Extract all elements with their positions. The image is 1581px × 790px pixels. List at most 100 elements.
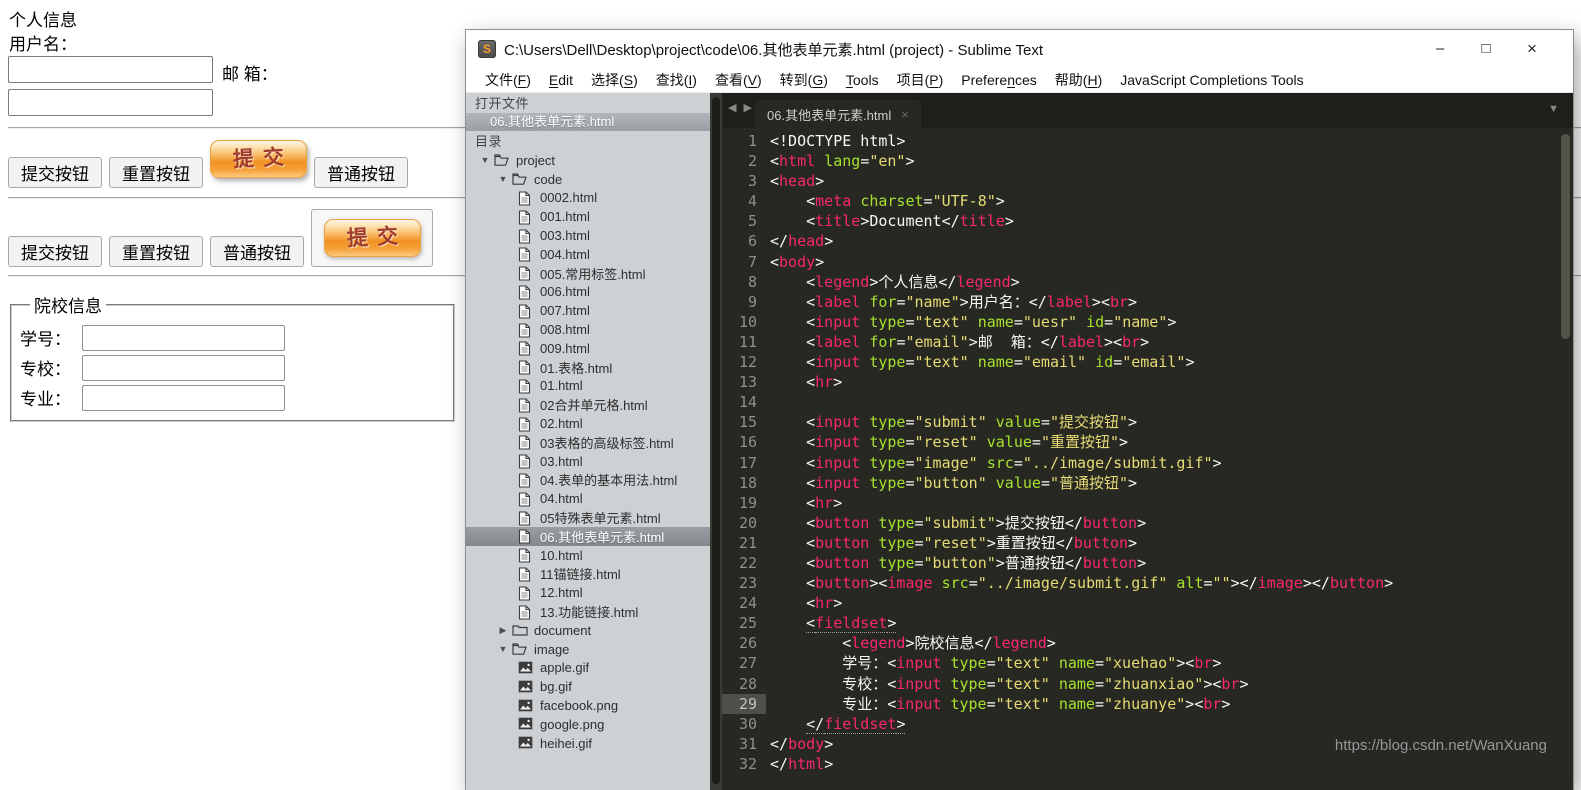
maximize-button[interactable]: □ (1463, 30, 1509, 68)
tab-active[interactable]: 06.其他表单元素.html × (755, 100, 921, 128)
major-input[interactable] (82, 385, 285, 411)
chevron-down-icon[interactable]: ▼ (494, 644, 512, 654)
code-line-22[interactable]: 22 <button type="button">普通按钮</button> (722, 553, 1573, 573)
code-line-9[interactable]: 9 <label for="name">用户名：</label><br> (722, 292, 1573, 312)
tree-file-google.png[interactable]: google.png (466, 715, 710, 734)
tree-file-007.html[interactable]: 007.html (466, 301, 710, 320)
code-line-25[interactable]: 25 <fieldset> (722, 613, 1573, 633)
submit-input-button[interactable]: 提交按钮 (8, 157, 102, 188)
reset-button[interactable]: 重置按钮 (109, 236, 203, 267)
code-line-1[interactable]: 1<!DOCTYPE html> (722, 131, 1573, 151)
code-line-16[interactable]: 16 <input type="reset" value="重置按钮"> (722, 432, 1573, 452)
forward-icon[interactable]: ▶ (744, 102, 754, 114)
tree-folder-project[interactable]: ▼project (466, 151, 710, 170)
code-line-12[interactable]: 12 <input type="text" name="email" id="e… (722, 352, 1573, 372)
code-line-21[interactable]: 21 <button type="reset">重置按钮</button> (722, 533, 1573, 553)
tree-file-11锚链接.html[interactable]: 11锚链接.html (466, 565, 710, 584)
editor-scrollbar-thumb[interactable] (1561, 134, 1570, 339)
code-line-6[interactable]: 6</head> (722, 231, 1573, 251)
tree-folder-document[interactable]: ▶document (466, 621, 710, 640)
menu-item-1[interactable]: 文件(F) (476, 70, 540, 90)
school-input[interactable] (82, 355, 285, 381)
tab-close-icon[interactable]: × (901, 107, 909, 122)
tree-file-004.html[interactable]: 004.html (466, 245, 710, 264)
image-inside-button[interactable]: 提交 (311, 209, 433, 267)
code-line-14[interactable]: 14 (722, 392, 1573, 412)
code-line-4[interactable]: 4 <meta charset="UTF-8"> (722, 191, 1573, 211)
code-line-18[interactable]: 18 <input type="button" value="普通按钮"> (722, 473, 1573, 493)
code-line-28[interactable]: 28 专校：<input type="text" name="zhuanxiao… (722, 674, 1573, 694)
tree-file-facebook.png[interactable]: facebook.png (466, 696, 710, 715)
tree-file-0002.html[interactable]: 0002.html (466, 189, 710, 208)
code-line-20[interactable]: 20 <button type="submit">提交按钮</button> (722, 513, 1573, 533)
code-line-30[interactable]: 30 </fieldset> (722, 714, 1573, 734)
tree-file-006.html[interactable]: 006.html (466, 283, 710, 302)
tree-file-03.html[interactable]: 03.html (466, 452, 710, 471)
normal-input-button[interactable]: 普通按钮 (314, 157, 408, 188)
chevron-right-icon[interactable]: ▶ (494, 625, 512, 636)
tree-file-01.表格.html[interactable]: 01.表格.html (466, 358, 710, 377)
sidebar-scrollbar-thumb[interactable] (712, 97, 720, 784)
tree-file-01.html[interactable]: 01.html (466, 377, 710, 396)
image-submit-button[interactable]: 提交 (210, 140, 307, 178)
tree-file-04.表单的基本用法.html[interactable]: 04.表单的基本用法.html (466, 471, 710, 490)
code-line-2[interactable]: 2<html lang="en"> (722, 151, 1573, 171)
code-line-5[interactable]: 5 <title>Document</title> (722, 211, 1573, 231)
menu-item-4[interactable]: 查找(I) (647, 70, 706, 90)
chevron-down-icon[interactable]: ▼ (476, 155, 494, 165)
menu-item-6[interactable]: 转到(G) (771, 70, 837, 90)
tree-file-heihei.gif[interactable]: heihei.gif (466, 734, 710, 753)
code-line-19[interactable]: 19 <hr> (722, 493, 1573, 513)
tab-overflow-icon[interactable]: ▼ (1548, 103, 1559, 115)
tree-file-02合并单元格.html[interactable]: 02合并单元格.html (466, 395, 710, 414)
tree-file-06.其他表单元素.html[interactable]: 06.其他表单元素.html (466, 527, 710, 546)
tree-file-12.html[interactable]: 12.html (466, 583, 710, 602)
menu-item-3[interactable]: 选择(S) (582, 70, 647, 90)
code-line-15[interactable]: 15 <input type="submit" value="提交按钮"> (722, 412, 1573, 432)
tree-file-02.html[interactable]: 02.html (466, 414, 710, 433)
code-line-27[interactable]: 27 学号：<input type="text" name="xuehao"><… (722, 653, 1573, 673)
menu-item-5[interactable]: 查看(V) (706, 70, 771, 90)
code-line-29[interactable]: 29 专业：<input type="text" name="zhuanye">… (722, 694, 1573, 714)
tab-history-icons[interactable]: ◀ ▶ (728, 101, 754, 114)
code-line-8[interactable]: 8 <legend>个人信息</legend> (722, 272, 1573, 292)
username-input[interactable] (8, 56, 213, 83)
code-line-11[interactable]: 11 <label for="email">邮 箱：</label><br> (722, 332, 1573, 352)
reset-input-button[interactable]: 重置按钮 (109, 157, 203, 188)
tree-file-005.常用标签.html[interactable]: 005.常用标签.html (466, 264, 710, 283)
submit-button[interactable]: 提交按钮 (8, 236, 102, 267)
code-line-7[interactable]: 7<body> (722, 252, 1573, 272)
menu-item-11[interactable]: JavaScript Completions Tools (1111, 72, 1312, 88)
chevron-down-icon[interactable]: ▼ (494, 174, 512, 184)
menu-item-8[interactable]: 项目(P) (888, 70, 953, 90)
tree-file-13.功能链接.html[interactable]: 13.功能链接.html (466, 602, 710, 621)
menu-item-2[interactable]: Edit (540, 72, 582, 88)
code-line-10[interactable]: 10 <input type="text" name="uesr" id="na… (722, 312, 1573, 332)
code-line-23[interactable]: 23 <button><image src="../image/submit.g… (722, 573, 1573, 593)
menu-item-9[interactable]: Preferences (952, 72, 1046, 88)
student-id-input[interactable] (82, 325, 285, 351)
code-line-24[interactable]: 24 <hr> (722, 593, 1573, 613)
normal-button[interactable]: 普通按钮 (210, 236, 304, 267)
tree-file-10.html[interactable]: 10.html (466, 546, 710, 565)
code-line-3[interactable]: 3<head> (722, 171, 1573, 191)
sidebar-scrollbar[interactable] (710, 93, 722, 790)
minimize-button[interactable]: – (1417, 30, 1463, 68)
code-line-17[interactable]: 17 <input type="image" src="../image/sub… (722, 453, 1573, 473)
tree-file-03表格的高级标签.html[interactable]: 03表格的高级标签.html (466, 433, 710, 452)
tree-file-009.html[interactable]: 009.html (466, 339, 710, 358)
code-line-32[interactable]: 32</html> (722, 754, 1573, 774)
tree-file-apple.gif[interactable]: apple.gif (466, 659, 710, 678)
back-icon[interactable]: ◀ (728, 102, 738, 114)
code-line-26[interactable]: 26 <legend>院校信息</legend> (722, 633, 1573, 653)
code-line-13[interactable]: 13 <hr> (722, 372, 1573, 392)
close-button[interactable]: × (1509, 30, 1555, 68)
menu-item-7[interactable]: Tools (837, 72, 888, 88)
tree-file-05特殊表单元素.html[interactable]: 05特殊表单元素.html (466, 508, 710, 527)
tree-folder-code[interactable]: ▼code (466, 170, 710, 189)
menu-item-10[interactable]: 帮助(H) (1046, 70, 1111, 90)
tree-file-001.html[interactable]: 001.html (466, 207, 710, 226)
titlebar[interactable]: S C:\Users\Dell\Desktop\project\code\06.… (466, 30, 1573, 68)
tree-file-003.html[interactable]: 003.html (466, 226, 710, 245)
open-file-item[interactable]: 06.其他表单元素.html (466, 113, 710, 131)
